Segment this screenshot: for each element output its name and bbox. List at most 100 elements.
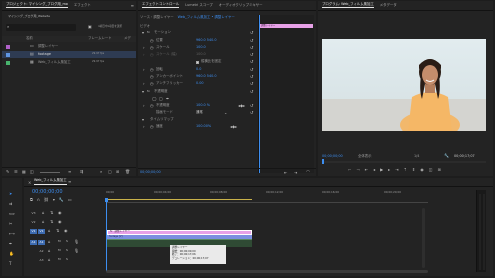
ellipse-mask-icon[interactable]: ◯ [152,97,156,101]
mic-icon[interactable]: 🎙 [74,240,79,244]
track-header-v1[interactable]: V1 V1 ⌂ ⇅ ◉ [28,228,104,235]
reset-icon[interactable]: ↺ [250,68,253,72]
zoom-slider[interactable] [40,172,60,173]
param-value[interactable]: 100.0 [196,52,206,56]
work-area-bar[interactable] [106,199,252,200]
slip-tool-icon[interactable]: ⟷ [9,232,15,236]
eye-icon[interactable]: ◉ [58,211,62,215]
eye-icon[interactable]: ◉ [64,229,68,233]
icon-view-icon[interactable]: ▦ [22,170,26,174]
project-item[interactable]: ▭ 調整レイヤー [2,43,136,50]
tab-sequence[interactable]: Web_フィルム風加工 [34,178,67,185]
column-name[interactable]: 名前 [26,36,33,40]
expand-triangle-icon[interactable]: › [143,46,145,50]
dropdown-arrow-icon[interactable]: ⌄ [224,111,227,115]
reset-icon[interactable]: ↺ [250,111,253,115]
tab-metadata[interactable]: メタデータ [380,3,397,7]
sync-lock-icon[interactable]: ⇅ [56,229,59,233]
mark-out-icon[interactable]: ¬ [356,167,359,173]
stopwatch-icon[interactable]: ◷ [150,68,154,72]
lift-icon[interactable]: ⇡ [404,167,407,173]
resolution-select[interactable]: 1/4 [414,154,419,158]
reset-icon[interactable]: ↺ [250,104,253,108]
expand-triangle-icon[interactable]: ▾ [142,31,144,35]
track-header-v3[interactable]: V3 ⌂ ⇅ ◉ [28,210,104,217]
lock-icon[interactable]: ⌂ [48,249,51,253]
go-to-in-icon[interactable]: ⇤ [365,167,368,173]
expand-triangle-icon[interactable]: › [143,68,145,72]
lock-icon[interactable]: ⌂ [48,258,51,262]
pen-mask-icon[interactable]: ✒ [166,97,169,101]
tab-effects[interactable]: エフェクト [74,3,91,7]
stopwatch-icon[interactable]: ◷ [150,39,154,43]
tab-audio-clip-mixer[interactable]: オーディオクリップミキサー [219,3,263,7]
source-patch[interactable]: V1 [30,229,37,234]
expand-triangle-icon[interactable]: › [143,82,145,86]
trash-icon[interactable]: 🗑 [125,170,130,174]
button-editor-icon[interactable]: ⊞ [438,167,441,173]
mute-icon[interactable]: M [58,249,61,252]
snap-icon[interactable]: ∩ [37,198,40,202]
ec-clip-bar[interactable]: 調整レイヤー [260,24,313,28]
reset-icon[interactable]: ↺ [250,90,253,94]
project-item[interactable]: ▦ Web_フィルム風加工 29.97 fps [2,59,136,66]
track-target[interactable]: V2 [30,220,37,225]
expand-triangle-icon[interactable]: ▾ [142,90,144,94]
track-target[interactable]: A2 [38,249,45,254]
captions-icon[interactable]: ▭ [68,198,72,202]
scrubber-playhead[interactable] [322,159,324,164]
expand-triangle-icon[interactable]: › [143,104,145,108]
track-target[interactable]: V1 [38,229,45,234]
lock-icon[interactable]: ⌂ [48,229,51,233]
go-to-out-icon[interactable]: ⇥ [395,167,398,173]
search-icon[interactable]: ⌕ [100,170,102,174]
new-bin-icon[interactable]: ▣ [88,25,92,29]
filter-icon[interactable]: ⇤ [284,171,287,175]
mic-icon[interactable]: 🎙 [74,249,79,253]
param-value[interactable]: 100.0 [196,45,206,49]
sync-lock-icon[interactable]: ⇅ [50,211,53,215]
time-ruler[interactable]: 00;00 00;00;04;00 00;00;08;00 00;00;12;0… [106,189,428,203]
track-header-a3[interactable]: A3 ⌂ M S [28,257,104,264]
column-media[interactable]: メデ [124,36,131,40]
stopwatch-icon[interactable]: ◷ [150,46,154,50]
close-icon[interactable]: × [28,181,31,185]
tab-effect-controls[interactable]: エフェクトコントロール [142,2,180,9]
list-view-icon[interactable]: ☰ [14,170,18,174]
opacity-effect-row[interactable]: ▾ fx 不透明度 ↺ [138,89,316,95]
track-select-tool-icon[interactable]: ⇉ [9,202,12,206]
fit-zoom-select[interactable]: 全体表示 [358,154,372,158]
lock-icon[interactable]: ⌂ [42,211,45,215]
sort-icon[interactable]: ≡ [68,170,71,174]
ripple-edit-tool-icon[interactable]: ⟺ [9,212,15,216]
param-value[interactable]: 960.0 540.0 [196,74,217,78]
reset-icon[interactable]: ↺ [250,60,253,64]
expand-triangle-icon[interactable]: ▾ [142,118,144,122]
stopwatch-icon[interactable]: ◷ [150,75,154,79]
motion-effect-row[interactable]: ▾ fx モーション ↺ [138,30,316,36]
ec-source-selector[interactable]: ソース・調整レイヤー Web_フィルム風加工 • 調整レイヤー [140,15,258,21]
solo-icon[interactable]: S [66,258,68,261]
tab-project[interactable]: プロジェクト: マイシング_ブログ用_mo [6,2,68,9]
reset-icon[interactable]: ↺ [250,31,253,35]
razor-tool-icon[interactable]: ✂ [9,222,12,226]
lock-icon[interactable]: ⌂ [48,240,51,244]
project-item[interactable]: ▤ footage 29.97 fps [2,51,136,58]
stopwatch-icon[interactable]: ◷ [150,82,154,86]
track-header-a1[interactable]: A1 A1 ⌂ M S 🎙 [28,239,104,246]
mark-in-icon[interactable]: ⌐ [348,167,351,173]
new-item-icon[interactable]: ⊞ [116,170,119,174]
sync-lock-icon[interactable]: ⇅ [50,220,53,224]
track-target[interactable]: V3 [30,211,37,216]
timeline-horizontal-scrollbar[interactable] [106,270,428,273]
expand-triangle-icon[interactable]: › [143,125,145,129]
type-tool-icon[interactable]: T [9,262,11,266]
param-value[interactable]: 0.00 [196,81,204,85]
add-marker-icon[interactable]: ▾ [53,198,55,202]
program-scrubber[interactable] [322,159,486,164]
pencil-icon[interactable]: ✎ [6,170,9,174]
keyframe-nav-icon[interactable]: ◂◆▸ [238,104,245,108]
reset-icon[interactable]: ↺ [250,46,253,50]
stopwatch-icon[interactable]: ◷ [150,125,154,129]
solo-icon[interactable]: S [66,240,68,243]
